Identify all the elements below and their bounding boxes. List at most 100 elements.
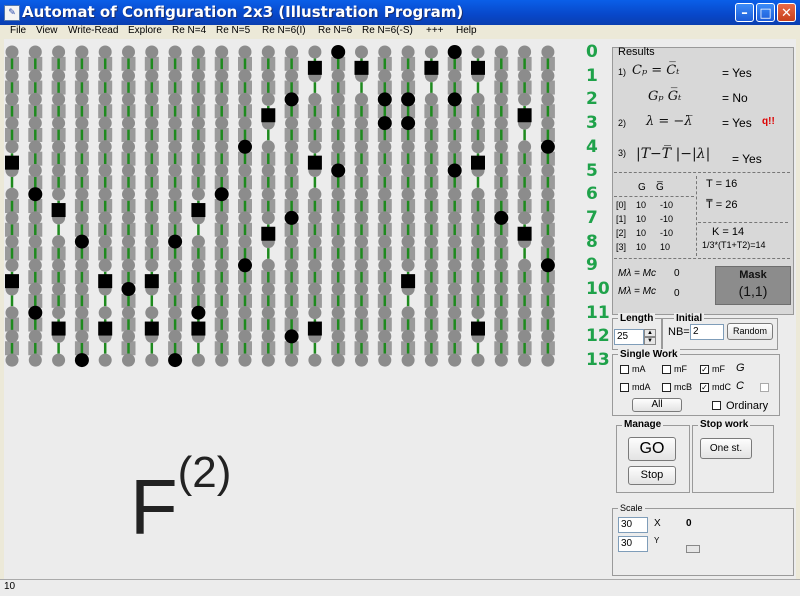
cell-pin	[238, 282, 252, 296]
menu-re-n4[interactable]: Re N=4	[172, 25, 206, 36]
cell-pin	[168, 116, 182, 130]
cell-pin	[471, 116, 485, 130]
cell-pin	[215, 164, 229, 177]
checkbox-extra-disabled[interactable]	[760, 383, 769, 392]
cell-pin	[122, 164, 135, 177]
maximize-button[interactable]: □	[756, 3, 775, 22]
checkbox-mda[interactable]	[620, 383, 629, 392]
menu-explore[interactable]: Explore	[128, 25, 162, 36]
cell-pin	[378, 211, 392, 225]
cell-pin	[355, 164, 368, 177]
length-spin-down[interactable]: ▼	[644, 337, 656, 345]
scale-y-input[interactable]: 30	[618, 536, 648, 552]
cell-pin	[518, 329, 532, 343]
cell-pin	[145, 258, 159, 272]
checkbox-ma[interactable]	[620, 365, 629, 374]
menu-help[interactable]: Help	[456, 25, 477, 36]
cell-pin	[424, 92, 438, 106]
cell-pin	[215, 140, 229, 154]
cell-pin	[52, 92, 66, 106]
cell-pin	[494, 69, 508, 83]
cell-pin	[355, 211, 368, 225]
cell-pin	[355, 140, 368, 154]
cell-pin	[401, 353, 415, 367]
minimize-button[interactable]: –	[735, 3, 754, 22]
menu-write-read[interactable]: Write-Read	[68, 25, 118, 36]
cell-pin	[52, 116, 66, 130]
cell-pin	[541, 116, 555, 130]
cell-pin	[494, 45, 508, 59]
cell-pin	[424, 329, 438, 343]
cell-pin	[215, 116, 229, 130]
close-button[interactable]: ✕	[777, 3, 796, 22]
cell-pin	[261, 45, 275, 59]
menu-re-n5[interactable]: Re N=5	[216, 25, 250, 36]
length-spin-up[interactable]: ▲	[644, 329, 656, 337]
go-button[interactable]: GO	[628, 437, 676, 461]
checkbox-mf-g-label: mF	[712, 364, 725, 374]
one-step-button[interactable]: One st.	[700, 438, 752, 459]
cell-pin	[28, 329, 42, 343]
stop-button[interactable]: Stop	[628, 466, 676, 485]
cell-pin	[401, 164, 415, 177]
cell-pin	[52, 164, 66, 177]
cell-black-square	[471, 321, 485, 336]
checkbox-mf[interactable]	[662, 365, 671, 374]
cell-pin	[215, 69, 229, 83]
menu-view[interactable]: View	[36, 25, 58, 36]
menu-plus[interactable]: +++	[426, 25, 444, 36]
nb-input[interactable]: 2	[690, 324, 724, 340]
cell-pin	[238, 329, 252, 343]
cell-pin	[145, 164, 159, 177]
row-label: 6	[586, 184, 598, 205]
cell-pin	[448, 140, 462, 154]
cell-pin	[448, 329, 462, 343]
scale-slider-thumb[interactable]	[686, 545, 700, 553]
cell-pin	[52, 140, 66, 154]
cell-black-dot	[540, 139, 555, 154]
cell-pin	[285, 116, 299, 130]
menu-file[interactable]: File	[10, 25, 26, 36]
cell-black-dot	[168, 234, 183, 249]
cell-pin	[215, 258, 229, 272]
formula-base: F	[130, 463, 178, 551]
cell-black-square	[261, 226, 276, 241]
menu-re-n6s[interactable]: Re N=6(-S)	[362, 25, 413, 36]
checkbox-mdc-label: mdC	[712, 382, 732, 392]
cell-pin	[355, 353, 368, 367]
length-input[interactable]: 25	[614, 329, 644, 345]
scale-x-input[interactable]: 30	[618, 517, 648, 533]
t-value: T = 16	[706, 178, 738, 190]
cell-pin	[168, 306, 182, 320]
scale-x-symbol: X	[654, 518, 661, 529]
row-label: 8	[586, 231, 598, 252]
cell-black-dot	[377, 92, 392, 107]
cell-pin	[215, 45, 229, 59]
result3-num: 3)	[618, 148, 627, 158]
cell-black-square	[5, 274, 19, 289]
checkbox-ordinary[interactable]	[712, 401, 721, 410]
cell-pin	[75, 164, 89, 177]
cell-pin	[424, 140, 438, 154]
menu-re-n6i[interactable]: Re N=6(I)	[262, 25, 306, 36]
m-equal-1: Mλ = Mc	[618, 268, 656, 279]
all-button[interactable]: All	[632, 398, 682, 412]
menu-bar: File View Write-Read Explore Re N=4 Re N…	[0, 25, 800, 39]
cell-pin	[238, 164, 252, 177]
cell-pin	[75, 69, 89, 83]
cell-pin	[5, 140, 19, 154]
checkbox-mcb[interactable]	[662, 383, 671, 392]
cell-pin	[285, 164, 299, 177]
cell-black-square	[261, 108, 276, 123]
checkbox-mf-g[interactable]: ✓	[700, 365, 709, 374]
menu-re-n6[interactable]: Re N=6	[318, 25, 352, 36]
automaton-grid[interactable]	[0, 39, 612, 373]
cell-black-dot	[238, 258, 252, 273]
cell-pin	[424, 282, 438, 296]
checkbox-mdc[interactable]: ✓	[700, 383, 709, 392]
cell-pin	[98, 211, 112, 225]
random-button[interactable]: Random	[727, 323, 773, 340]
cell-black-dot	[447, 92, 462, 107]
cell-pin	[378, 353, 392, 367]
cell-pin	[5, 235, 19, 249]
